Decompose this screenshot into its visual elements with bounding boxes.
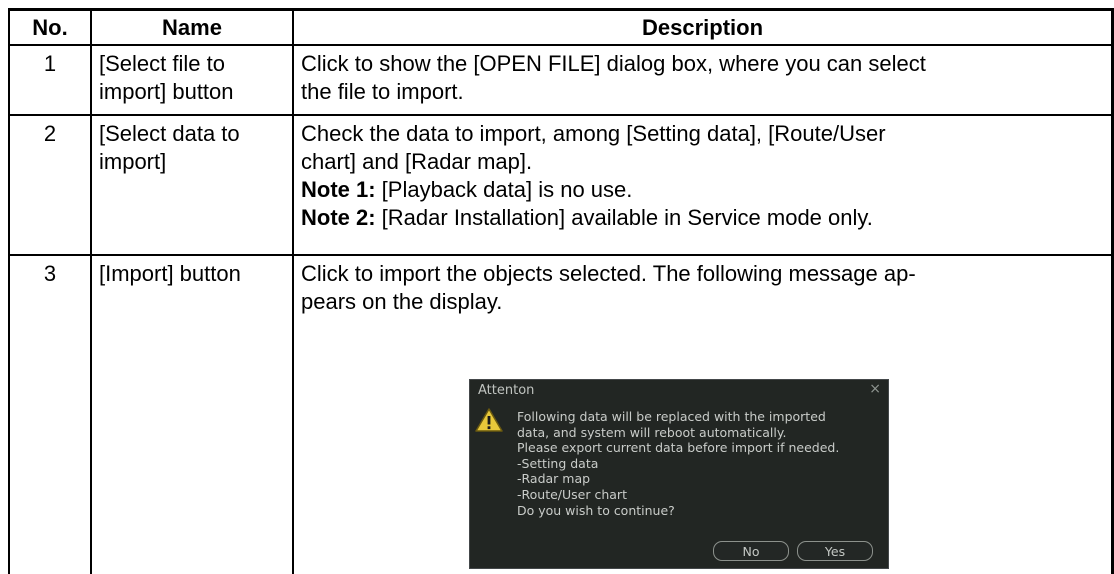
dialog-title: Attenton — [478, 383, 535, 398]
dialog-line-7: Do you wish to continue? — [517, 502, 675, 518]
yes-button[interactable]: Yes — [797, 541, 873, 561]
header-bottom-border — [8, 44, 1114, 46]
row2-description: Check the data to import, among [Setting… — [301, 120, 1109, 232]
row3-name-line1: [Import] button — [99, 261, 241, 286]
row2-bottom-border — [8, 254, 1114, 256]
row1-name-line1: [Select file to — [99, 51, 225, 76]
dialog-line-2: data, and system will reboot automatical… — [517, 424, 787, 440]
row3-description: Click to import the objects selected. Th… — [301, 260, 1109, 316]
row3-desc-line2: pears on the display. — [301, 289, 503, 314]
row1-desc-line1: Click to show the [OPEN FILE] dialog box… — [301, 51, 926, 76]
row2-note2: Note 2: [Radar Installation] available i… — [301, 204, 1109, 232]
header-no: No. — [32, 15, 68, 40]
header-name: Name — [162, 15, 222, 40]
dialog-line-4: -Setting data — [517, 455, 599, 471]
row3-name: [Import] button — [99, 260, 289, 288]
dialog-line-6: -Route/User chart — [517, 486, 627, 502]
row2-note1: Note 1: [Playback data] is no use. — [301, 176, 1109, 204]
table-left-border — [8, 8, 10, 574]
note1-text: [Playback data] is no use. — [375, 177, 633, 202]
warning-icon — [475, 408, 503, 432]
row2-name: [Select data to import] — [99, 120, 289, 176]
dialog-line-5: -Radar map — [517, 471, 591, 487]
row1-desc-line2: the file to import. — [301, 79, 464, 104]
row1-number: 1 — [43, 51, 57, 76]
dialog-line-1: Following data will be replaced with the… — [517, 409, 826, 424]
attention-dialog: Attenton × Following data will be replac… — [469, 379, 889, 569]
dialog-message: Following data will be replaced with the… — [517, 409, 877, 518]
close-icon[interactable]: × — [869, 381, 881, 397]
col-divider-2 — [292, 8, 294, 574]
row2-desc-line1: Check the data to import, among [Setting… — [301, 121, 886, 146]
row2-number: 2 — [43, 121, 57, 146]
row3-desc-line1: Click to import the objects selected. Th… — [301, 261, 916, 286]
row1-name: [Select file to import] button — [99, 50, 289, 106]
dialog-line-3: Please export current data before import… — [517, 440, 840, 456]
row2-name-line2: import] — [99, 149, 167, 174]
row1-name-line2: import] button — [99, 79, 234, 104]
col-divider-1 — [90, 8, 92, 574]
note2-text: [Radar Installation] available in Servic… — [375, 205, 873, 230]
note1-label: Note 1: — [301, 177, 376, 202]
header-description: Description — [641, 15, 764, 40]
table-top-border — [8, 8, 1114, 11]
row2-desc-line2: chart] and [Radar map]. — [301, 149, 533, 174]
row2-name-line1: [Select data to — [99, 121, 240, 146]
row1-description: Click to show the [OPEN FILE] dialog box… — [301, 50, 1109, 106]
row1-bottom-border — [8, 114, 1114, 116]
row3-number: 3 — [43, 261, 57, 286]
note2-label: Note 2: — [301, 205, 376, 230]
no-button[interactable]: No — [713, 541, 789, 561]
